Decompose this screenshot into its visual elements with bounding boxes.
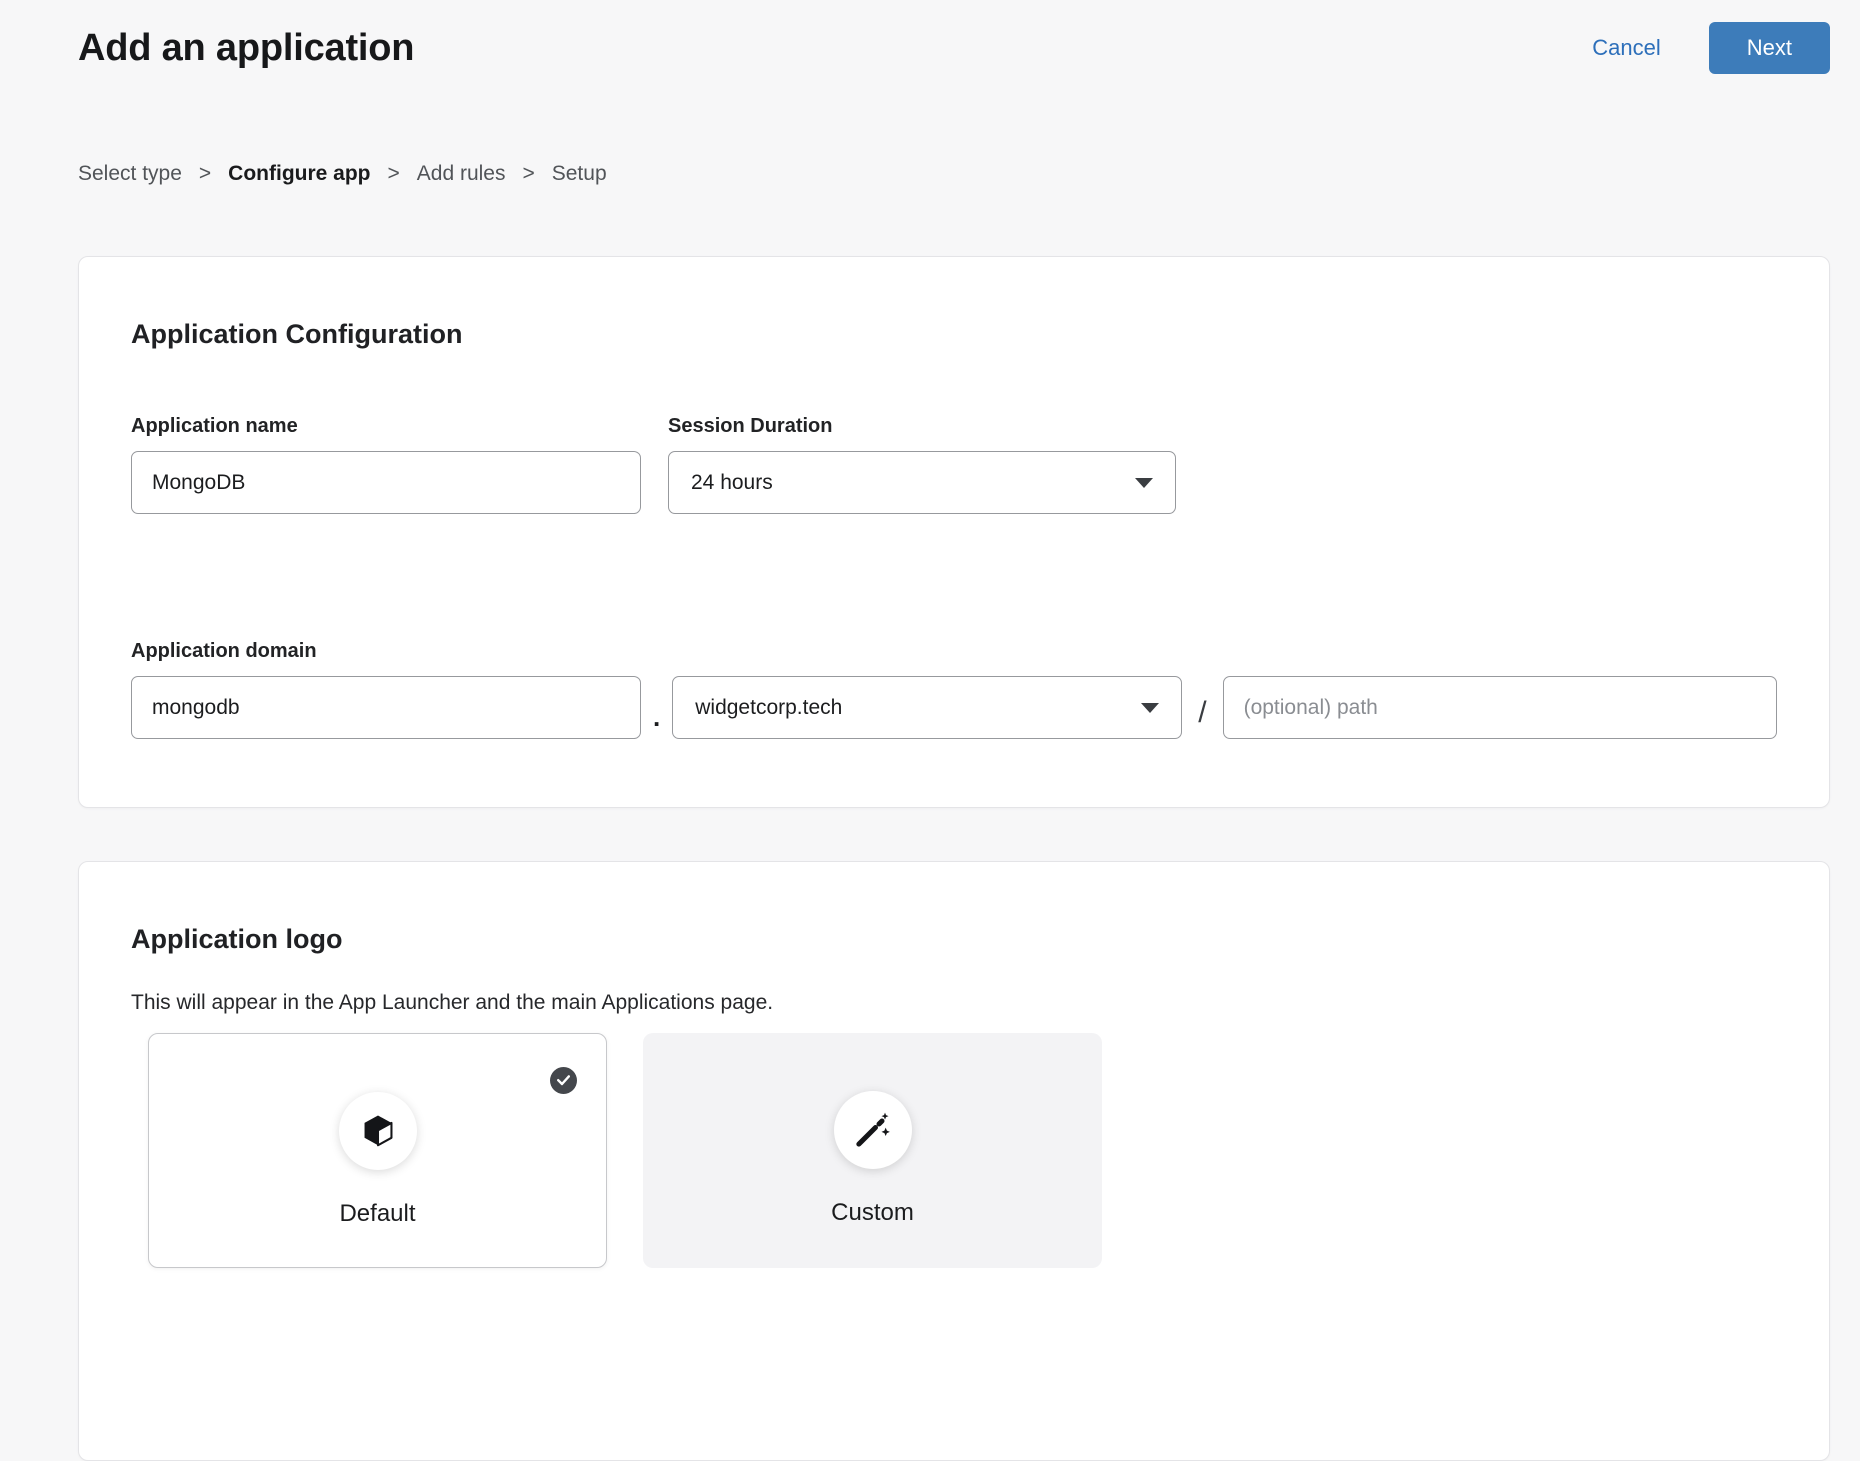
breadcrumb: Select type > Configure app > Add rules … (78, 162, 1830, 186)
application-domain-row: . widgetcorp.tech / (131, 676, 1777, 739)
application-logo-heading: Application logo (131, 862, 1777, 955)
session-duration-select[interactable]: 24 hours (668, 451, 1176, 514)
application-configuration-heading: Application Configuration (131, 257, 1777, 350)
session-duration-label: Session Duration (668, 415, 1176, 438)
breadcrumb-separator: > (199, 162, 211, 186)
session-duration-field: Session Duration 24 hours (668, 415, 1176, 514)
logo-option-label: Custom (831, 1199, 914, 1227)
cube-icon (339, 1092, 417, 1170)
breadcrumb-step-configure-app: Configure app (228, 162, 370, 186)
page-header: Add an application Cancel Next (78, 0, 1830, 74)
breadcrumb-separator: > (388, 162, 400, 186)
page-title: Add an application (78, 27, 414, 70)
domain-select[interactable]: widgetcorp.tech (672, 676, 1182, 739)
logo-options: Default Custom (148, 1033, 1777, 1268)
dot-separator: . (653, 702, 660, 739)
application-domain-label: Application domain (131, 640, 1777, 663)
domain-select-value: widgetcorp.tech (695, 696, 842, 720)
application-name-label: Application name (131, 415, 641, 438)
application-name-input[interactable] (131, 451, 641, 514)
logo-option-default[interactable]: Default (148, 1033, 607, 1268)
application-configuration-card: Application Configuration Application na… (78, 256, 1830, 808)
cancel-button[interactable]: Cancel (1592, 35, 1660, 61)
breadcrumb-step-select-type[interactable]: Select type (78, 162, 182, 186)
check-icon (550, 1067, 577, 1094)
chevron-down-icon (1135, 478, 1153, 488)
path-input[interactable] (1223, 676, 1777, 739)
breadcrumb-step-add-rules[interactable]: Add rules (417, 162, 506, 186)
slash-separator: / (1198, 696, 1206, 739)
application-logo-card: Application logo This will appear in the… (78, 861, 1830, 1461)
next-button[interactable]: Next (1709, 22, 1830, 74)
name-session-row: Application name Session Duration 24 hou… (131, 415, 1777, 514)
logo-option-label: Default (339, 1200, 415, 1228)
breadcrumb-separator: > (522, 162, 534, 186)
application-name-field: Application name (131, 415, 641, 514)
application-logo-description: This will appear in the App Launcher and… (131, 991, 1777, 1015)
logo-option-custom[interactable]: Custom (643, 1033, 1102, 1268)
breadcrumb-step-setup[interactable]: Setup (552, 162, 607, 186)
subdomain-input[interactable] (131, 676, 641, 739)
magic-wand-icon (834, 1091, 912, 1169)
chevron-down-icon (1141, 703, 1159, 713)
application-domain-field: Application domain . widgetcorp.tech / (131, 640, 1777, 739)
header-actions: Cancel Next (1592, 22, 1830, 74)
add-application-page: Add an application Cancel Next Select ty… (78, 0, 1830, 1461)
session-duration-value: 24 hours (691, 471, 773, 495)
